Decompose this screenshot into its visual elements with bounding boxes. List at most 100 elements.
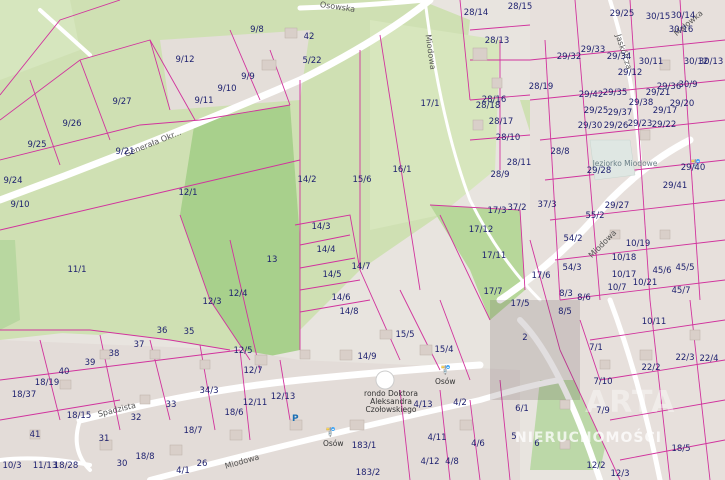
parcel-label: 8/6	[577, 292, 591, 303]
parcel-label: 28/15	[507, 1, 533, 12]
parcel-label: 17/5	[510, 298, 530, 309]
parcel-label: 17/1	[420, 98, 440, 109]
parcel-label: 29/34	[606, 51, 632, 62]
parcel-label: 30/9	[678, 79, 698, 90]
parcel-label: 7/10	[593, 376, 613, 387]
parcel-label: 4/12	[420, 456, 440, 467]
parcel-label: 29/30	[577, 120, 603, 131]
parcel-label: 29/23	[627, 118, 653, 129]
parcel-label: 12/2	[586, 460, 606, 471]
parcel-label: 29/37	[607, 107, 633, 118]
parcel-label: 9/21	[115, 146, 135, 157]
parcel-label: 28/18	[475, 100, 501, 111]
parcel-label: 18/37	[11, 389, 37, 400]
parcel-label: 29/12	[617, 67, 643, 78]
parcel-label: 29/21	[645, 87, 671, 98]
parcel-label: 34/3	[199, 385, 219, 396]
parcel-label: 18/8	[135, 451, 155, 462]
parcel-label: 29/17	[652, 105, 678, 116]
parcel-label: 15/4	[434, 344, 454, 355]
poi-bus-osow-2[interactable]: Osów	[323, 440, 344, 448]
parcel-label: 30/15	[645, 11, 671, 22]
parcel-label: 14/2	[297, 174, 317, 185]
parcel-label: 18/19	[34, 377, 60, 388]
parcel-label: 37	[133, 339, 145, 350]
parcel-label: 37/3	[537, 199, 557, 210]
parcel-label: 10/11	[641, 316, 667, 327]
roundabout	[375, 370, 395, 390]
poi-bus-osow-1[interactable]: Osów	[435, 378, 456, 386]
parcel-label: 28/10	[495, 132, 521, 143]
parcel-label: 10/7	[607, 282, 627, 293]
bus-stop-icon[interactable]: 🚏	[325, 428, 336, 438]
parcel-label: 28/8	[550, 146, 570, 157]
parcel-label: 9/27	[112, 96, 132, 107]
parcel-label: 10/21	[632, 277, 658, 288]
parcel-label: 4/8	[445, 456, 459, 467]
parcel-label: 11/13	[32, 460, 58, 471]
parcel-label: 14/4	[316, 244, 336, 255]
parcel-label: 17/3	[487, 205, 507, 216]
parcel-label: 29/25	[609, 8, 635, 19]
parcel-label: 22/2	[641, 362, 661, 373]
parcel-label: 4/11	[427, 432, 447, 443]
parcel-label: 29/32	[556, 51, 582, 62]
parcel-label: 28/14	[463, 7, 489, 18]
parcel-label: 12/3	[610, 468, 630, 479]
parcel-label: 9/24	[3, 175, 23, 186]
parcel-label: 9/26	[62, 118, 82, 129]
parcel-label: 10/3	[2, 460, 22, 471]
parcel-label: 45/7	[671, 285, 691, 296]
parcel-label: 26	[196, 458, 208, 469]
parcel-label: 17/6	[531, 270, 551, 281]
parcel-label: 12/3	[202, 296, 222, 307]
parcel-label: 29/41	[662, 180, 688, 191]
parcel-label: 29/35	[602, 87, 628, 98]
parcel-label: 54/2	[563, 233, 583, 244]
parcel-label: 29/42	[578, 89, 604, 100]
parcel-label: 18/7	[183, 425, 203, 436]
parcel-label: 14/7	[351, 261, 371, 272]
parcel-label: 9/10	[217, 83, 237, 94]
parcel-label: 42	[303, 31, 315, 42]
parcel-label: 9/11	[194, 95, 214, 106]
parcel-label: 31	[98, 433, 110, 444]
parking-icon[interactable]: P	[292, 414, 299, 424]
parcel-label: 36	[156, 325, 168, 336]
parcel-label: 4/1	[176, 465, 190, 476]
parcel-label: 28/17	[488, 116, 514, 127]
parcel-label: 30	[116, 458, 128, 469]
parcel-label: 15/6	[352, 174, 372, 185]
bus-stop-icon[interactable]: 🚏	[440, 366, 451, 376]
parcel-label: 38	[108, 348, 120, 359]
parcel-label: 29/38	[628, 97, 654, 108]
parcel-label: 39	[84, 357, 96, 368]
parcel-label: 14/3	[311, 221, 331, 232]
parcel-label: 45/6	[652, 265, 672, 276]
parcel-label: 17/11	[481, 250, 507, 261]
cadastral-map[interactable]: ARTA NIERUCHOMOŚCI Osowska Miodowa Gener…	[0, 0, 725, 480]
parcel-label: 12/5	[233, 345, 253, 356]
parcel-label: 9/9	[241, 71, 255, 82]
parcel-label: 29/22	[651, 119, 677, 130]
parcel-label: 14/8	[339, 306, 359, 317]
parcel-label: 4/6	[471, 438, 485, 449]
parcel-label: 7/1	[589, 342, 603, 353]
parcel-label: 32	[130, 412, 142, 423]
parcel-label: 10/18	[611, 252, 637, 263]
parcel-label: 33	[165, 399, 177, 410]
parcel-label: 29/40	[680, 162, 706, 173]
parcel-label: 10/19	[625, 238, 651, 249]
parcel-label: 37/2	[507, 202, 527, 213]
parcel-label: 8/5	[558, 306, 572, 317]
parcel-label: 2	[522, 332, 528, 343]
parcel-label: 8/3	[559, 288, 573, 299]
parcel-label: 40	[58, 366, 70, 377]
parcel-label: 22/3	[675, 352, 695, 363]
parcel-label: 45/5	[675, 262, 695, 273]
parcel-label: 30/11	[638, 56, 664, 67]
parcel-label: 11/1	[67, 264, 87, 275]
parcel-label: 22/4	[699, 353, 719, 364]
parcel-label: 12/11	[242, 397, 268, 408]
parcel-label: 54/3	[562, 262, 582, 273]
